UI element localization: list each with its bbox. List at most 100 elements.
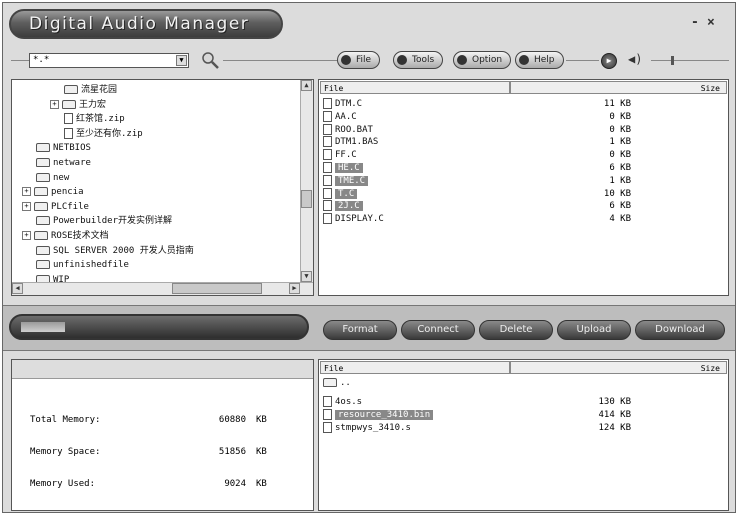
file-name: DTM1.BAS [335,137,379,148]
file-name: DISPLAY.C [335,214,384,225]
title-bar[interactable]: Digital Audio Manager [9,9,283,39]
parent-folder-row[interactable]: .. [323,377,351,390]
memory-panel-header [12,360,313,379]
file-row[interactable]: AA.C [323,110,357,124]
file-row[interactable]: T.C [323,187,358,201]
folder-icon [36,158,50,167]
file-row[interactable]: DISPLAY.C [323,213,384,226]
tree-item-label: 流星花园 [81,85,118,95]
chevron-down-icon[interactable]: ▼ [176,55,187,66]
tree-item[interactable]: + pencia [22,186,84,199]
volume-slider-thumb[interactable] [671,56,674,65]
file-row[interactable]: DTM1.BAS [323,136,378,149]
scroll-right-icon[interactable]: ▶ [289,283,300,294]
local-file-list[interactable]: File Size DTM.C 11 KB AA.C 0 KB ROO.BAT 0 KB D… [318,79,729,296]
file-name: HE.C [335,163,363,173]
tree-vertical-scrollbar[interactable]: ▲ ▼ [300,80,313,295]
file-icon [323,136,332,148]
device-column-header-size[interactable]: Size [510,361,727,374]
scroll-thumb[interactable] [301,190,312,208]
file-row[interactable]: HE.C [323,162,363,175]
expand-icon[interactable]: + [50,99,59,109]
expand-icon[interactable]: + [22,187,31,197]
folder-up-icon [323,378,337,387]
minimize-icon[interactable]: - [691,15,699,30]
delete-button[interactable]: Delete [479,320,553,340]
scroll-up-icon[interactable]: ▲ [301,80,312,91]
toolbar-divider [223,60,337,61]
expand-icon[interactable]: + [22,231,31,240]
help-menu-button[interactable]: Help [515,51,564,69]
progress-fill [21,322,65,332]
file-name: 4os.s [335,397,363,407]
file-row[interactable]: 2J.C [323,200,363,213]
memory-unit: KB [256,479,267,489]
file-size: 124 KB [598,422,631,433]
format-button[interactable]: Format [323,320,397,340]
folder-icon [34,187,48,197]
scroll-left-icon[interactable]: ◀ [12,283,23,294]
tree-horizontal-scrollbar[interactable]: ◀ ▶ [12,282,313,295]
option-menu-button[interactable]: Option [453,51,512,69]
folder-tree[interactable]: 流星花园 + 王力宏红茶馆.zip 至少还有你.zip NETBIOS netware ne… [11,79,314,296]
memory-value: 9024 [224,479,246,489]
file-row[interactable]: TME.C [323,174,369,188]
column-header-file[interactable]: File [320,81,510,94]
file-size: 414 KB [598,409,631,420]
file-icon [323,200,332,212]
memory-unit: KB [256,415,267,425]
file-row[interactable]: ROO.BAT [323,123,373,137]
folder-icon [64,85,78,94]
tree-item[interactable]: Powerbuilder开发实例详解 [36,215,172,228]
file-row[interactable]: DTM.C [323,98,362,111]
tree-item[interactable]: SQL SERVER 2000 开发人员指南 [36,245,194,258]
volume-slider[interactable] [651,60,729,61]
toolbar-divider [11,60,29,61]
filter-combobox[interactable]: *.* ▼ [29,53,189,68]
folder-icon [36,143,50,153]
window-title: Digital Audio Manager [29,14,250,34]
tree-item[interactable]: new [36,172,69,185]
tree-item[interactable]: + PLCfile [22,201,89,214]
file-icon [323,421,332,433]
file-icon [323,187,332,199]
file-icon [323,149,332,161]
tree-item[interactable]: NETBIOS [36,142,91,155]
file-row[interactable]: stmpwys_3410.s [323,421,411,435]
file-row[interactable]: resource_3410.bin [323,408,434,422]
memory-unit: KB [256,447,267,457]
folder-icon [36,260,50,270]
device-file-list[interactable]: File Size .. 4os.s 130 KB resource_3410.bi… [318,359,729,511]
folder-icon [36,216,50,226]
folder-icon [34,201,48,211]
file-row[interactable]: FF.C [323,149,357,162]
tree-item[interactable]: 流星花园 [64,84,117,97]
tree-item-label: NETBIOS [53,143,91,154]
file-menu-button[interactable]: File [337,51,381,69]
speaker-icon[interactable]: ◀) [628,52,642,66]
expand-icon[interactable]: + [22,201,31,211]
file-row[interactable]: 4os.s [323,396,362,409]
download-button[interactable]: Download [635,320,725,340]
tree-item[interactable]: + 王力宏 [50,99,106,112]
tree-item-label: 红茶馆.zip [76,114,125,125]
play-icon[interactable]: ▶ [601,53,617,69]
scroll-down-icon[interactable]: ▼ [301,271,312,282]
close-icon[interactable]: × [707,15,715,30]
upload-button[interactable]: Upload [557,320,631,340]
search-icon[interactable] [199,49,221,71]
column-header-size[interactable]: Size [510,81,727,94]
connect-button[interactable]: Connect [401,320,475,340]
file-size: 130 KB [598,397,631,407]
tree-item[interactable]: 至少还有你.zip [64,127,143,141]
tree-item[interactable]: unfinishedfile [36,259,129,272]
file-icon [323,98,332,109]
folder-icon [62,99,76,109]
device-column-header-file[interactable]: File [320,361,510,374]
memory-value: 60880 [218,415,246,425]
tools-menu-button[interactable]: Tools [393,51,444,69]
scroll-thumb[interactable] [172,283,262,294]
tree-item[interactable]: 红茶馆.zip [64,113,125,126]
tree-item[interactable]: + ROSE技术文档 [22,230,109,243]
tree-item[interactable]: netware [36,157,91,170]
